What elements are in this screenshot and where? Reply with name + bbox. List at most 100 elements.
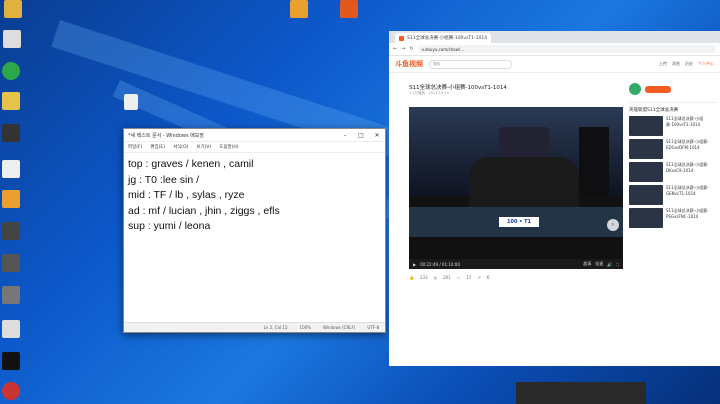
close-icon[interactable]: ✕: [369, 132, 385, 139]
site-logo[interactable]: 斗鱼视频: [395, 59, 423, 69]
video-player[interactable]: 100 • T1 ›: [409, 107, 623, 259]
browser-tab[interactable]: S11全球总决赛-小组赛-100vsT1-1014: [395, 33, 491, 43]
search-input[interactable]: 搜索: [429, 59, 512, 69]
text-line: ad : mf / lucian , jhin , ziggs , efls: [128, 204, 280, 217]
playlist-header: 英雄联盟S11全球总决赛: [629, 108, 679, 113]
app-icon[interactable]: [290, 0, 308, 18]
coin-icon[interactable]: ◎: [434, 275, 438, 280]
browser-window: S11全球总决赛-小组赛-100vsT1-1014 ← → ↻ v.douyu.…: [389, 31, 720, 366]
minimize-icon[interactable]: –: [337, 132, 353, 139]
video-meta: 1.2万播放 · 2021-10-14: [409, 91, 449, 95]
favicon-icon: [399, 35, 404, 41]
time-display: 00:22:49 / 01:10:00: [420, 261, 460, 267]
avatar[interactable]: [629, 83, 641, 95]
notepad-menubar: 파일(F) 편집(E) 서식(O) 보기(V) 도움말(H): [124, 142, 385, 153]
file-icon[interactable]: [2, 320, 20, 338]
forward-icon[interactable]: →: [401, 46, 405, 52]
thumbnail: [629, 116, 663, 136]
webcam-overlay: [516, 382, 646, 404]
status-position: Ln 2, Col 15: [263, 325, 288, 330]
app-icon[interactable]: [2, 352, 20, 370]
playlist-item-title: S11全球总决赛-小组赛-EDGvsDFM-1014: [666, 139, 709, 150]
status-eol: Windows (CRLF): [322, 325, 356, 330]
thumbnail: [629, 139, 663, 159]
menu-help[interactable]: 도움말(H): [219, 144, 238, 150]
playlist-item[interactable]: S11全球总决赛-小组赛-DKvsC9-1014: [629, 162, 717, 182]
tab-title: S11全球总决赛-小组赛-100vsT1-1014: [407, 36, 487, 41]
speed-button[interactable]: 倍速: [595, 261, 603, 267]
file-icon[interactable]: [124, 94, 138, 110]
app-icon[interactable]: [2, 62, 20, 80]
app-icon[interactable]: [2, 190, 20, 208]
app-icon[interactable]: [2, 286, 20, 304]
folder-icon[interactable]: [2, 92, 20, 110]
thumbnail: [629, 185, 663, 205]
coin-count: 201: [443, 274, 451, 280]
app-icon[interactable]: [2, 382, 20, 400]
text-line: sup : yumi / leona: [128, 220, 211, 232]
header-link-history[interactable]: 历史: [685, 61, 693, 67]
playlist-item-title: S11全球总决赛-小组赛-100vsT1-1014: [666, 116, 704, 127]
play-icon[interactable]: ▶: [413, 262, 416, 267]
desktop-icon[interactable]: [4, 0, 22, 18]
header-link-upload[interactable]: 上传: [659, 61, 667, 67]
notepad-statusbar: Ln 2, Col 15 100% Windows (CRLF) UTF-8: [124, 322, 385, 332]
site-header: 斗鱼视频 搜索 上传 消息 历史 个人中心: [389, 56, 720, 73]
uploader-card: [629, 76, 717, 103]
back-icon[interactable]: ←: [393, 46, 397, 52]
playlist-item-title: S11全球总决赛-小组赛-GENvsT1-1014: [666, 185, 709, 196]
follow-button[interactable]: [645, 85, 671, 93]
text-line: mid : TF / lb , sylas , ryze: [128, 189, 245, 201]
playlist-item[interactable]: S11全球总决赛-小组赛-100vsT1-1014: [629, 116, 717, 136]
share-count: 6: [486, 274, 490, 280]
menu-edit[interactable]: 편집(E): [150, 144, 165, 150]
status-encoding: UTF-8: [367, 325, 379, 330]
players-group: [469, 157, 579, 207]
reload-icon[interactable]: ↻: [409, 46, 413, 52]
header-link-profile[interactable]: 个人中心: [698, 61, 714, 67]
playlist-item[interactable]: S11全球总决赛-小组赛-PSGvsFNC-1014: [629, 208, 717, 228]
star-count: 17: [466, 274, 472, 280]
like-icon[interactable]: 👍: [409, 275, 414, 280]
text-line: top : graves / kenen , camil: [128, 158, 254, 170]
player-controls: ▶ 00:22:49 / 01:10:00 超清 倍速 🔊 ⛶: [409, 259, 623, 269]
like-count: 233: [419, 274, 428, 280]
next-icon[interactable]: ›: [607, 219, 619, 231]
notepad-text-area[interactable]: top : graves / kenen , camil jg : T0 :lee…: [124, 153, 385, 239]
file-icon[interactable]: [2, 160, 20, 178]
app-icon[interactable]: [2, 124, 20, 142]
app-icon[interactable]: [2, 254, 20, 272]
status-zoom: 100%: [299, 325, 311, 330]
app-icon[interactable]: [340, 0, 358, 18]
tab-strip: S11全球总决赛-小组赛-100vsT1-1014: [389, 31, 720, 43]
playlist-item-title: S11全球总决赛-小组赛-DKvsC9-1014: [666, 162, 709, 173]
menu-file[interactable]: 파일(F): [128, 144, 142, 150]
playlist-item[interactable]: S11全球总决赛-小组赛-EDGvsDFM-1014: [629, 139, 717, 159]
star-icon[interactable]: ☆: [457, 275, 461, 280]
address-input[interactable]: v.douyu.com/show/...: [417, 45, 716, 53]
header-link-messages[interactable]: 消息: [672, 61, 680, 67]
thumbnail: [629, 162, 663, 182]
notepad-title: *새 텍스트 문서 - Windows 메모장: [128, 132, 204, 139]
app-icon[interactable]: [2, 222, 20, 240]
share-icon[interactable]: ↗: [477, 275, 480, 280]
video-actions: 👍 233 ◎ 201 ☆ 17 ↗ 6: [409, 271, 623, 283]
scoreboard: 100 • T1: [499, 217, 539, 227]
text-line: jg : T0 :lee sin /: [128, 173, 200, 186]
file-icon[interactable]: [3, 30, 21, 48]
notepad-titlebar[interactable]: *새 텍스트 문서 - Windows 메모장 – □ ✕: [124, 129, 385, 142]
playlist-item[interactable]: S11全球总决赛-小组赛-GENvsT1-1014: [629, 185, 717, 205]
sidebar-playlist: 英雄联盟S11全球总决赛 S11全球总决赛-小组赛-100vsT1-1014 S…: [629, 76, 717, 231]
menu-format[interactable]: 서식(O): [173, 144, 188, 150]
playlist-item-title: S11全球总决赛-小组赛-PSGvsFNC-1014: [666, 208, 709, 219]
coach-figure: [579, 127, 609, 197]
menu-view[interactable]: 보기(V): [196, 144, 211, 150]
volume-icon[interactable]: 🔊: [607, 262, 612, 267]
quality-button[interactable]: 超清: [583, 261, 591, 267]
fullscreen-icon[interactable]: ⛶: [616, 262, 619, 267]
video-title: S11全球总决赛-小组赛-100vsT1-1014: [409, 85, 507, 91]
address-bar-row: ← → ↻ v.douyu.com/show/...: [389, 43, 720, 56]
notepad-window: *새 텍스트 문서 - Windows 메모장 – □ ✕ 파일(F) 편집(E…: [123, 128, 386, 333]
thumbnail: [629, 208, 663, 228]
maximize-icon[interactable]: □: [353, 132, 369, 139]
